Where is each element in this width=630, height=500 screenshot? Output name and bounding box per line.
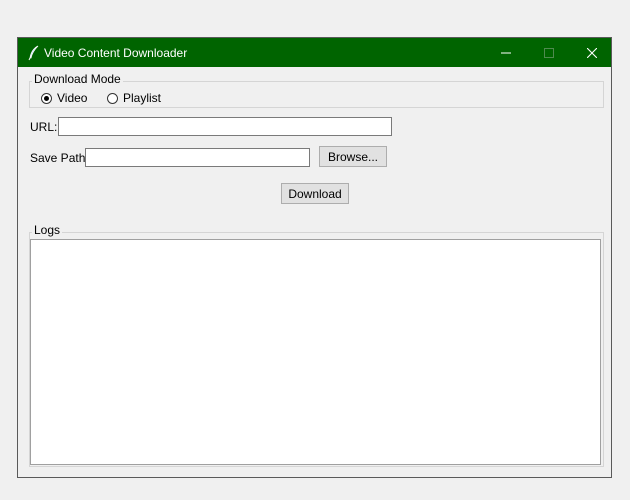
radio-playlist[interactable]: Playlist (107, 91, 161, 105)
close-button[interactable] (570, 38, 614, 67)
save-path-label: Save Path: (30, 151, 89, 165)
download-button[interactable]: Download (281, 183, 349, 204)
radio-playlist-label: Playlist (123, 91, 162, 105)
minimize-button[interactable] (484, 38, 528, 67)
save-path-input[interactable] (85, 148, 310, 167)
title-bar[interactable]: Video Content Downloader (18, 38, 611, 67)
url-input[interactable] (58, 117, 392, 136)
window-title: Video Content Downloader (44, 46, 188, 60)
url-label: URL: (30, 120, 58, 134)
app-window: Video Content Downloader Download Mode V… (17, 37, 612, 478)
radio-video[interactable]: Video (41, 91, 87, 105)
desktop-background (0, 0, 630, 38)
logs-label: Logs (32, 223, 63, 237)
maximize-button[interactable] (527, 38, 571, 67)
radio-playlist-indicator[interactable] (107, 92, 118, 104)
radio-video-indicator[interactable] (41, 92, 52, 104)
radio-video-label: Video (57, 91, 88, 105)
close-icon (587, 47, 597, 58)
feather-icon (28, 45, 39, 61)
logs-textarea[interactable] (30, 239, 601, 465)
download-mode-label: Download Mode (32, 72, 123, 86)
browse-button[interactable]: Browse... (319, 146, 387, 167)
minimize-icon (501, 52, 511, 53)
maximize-icon (544, 47, 554, 58)
